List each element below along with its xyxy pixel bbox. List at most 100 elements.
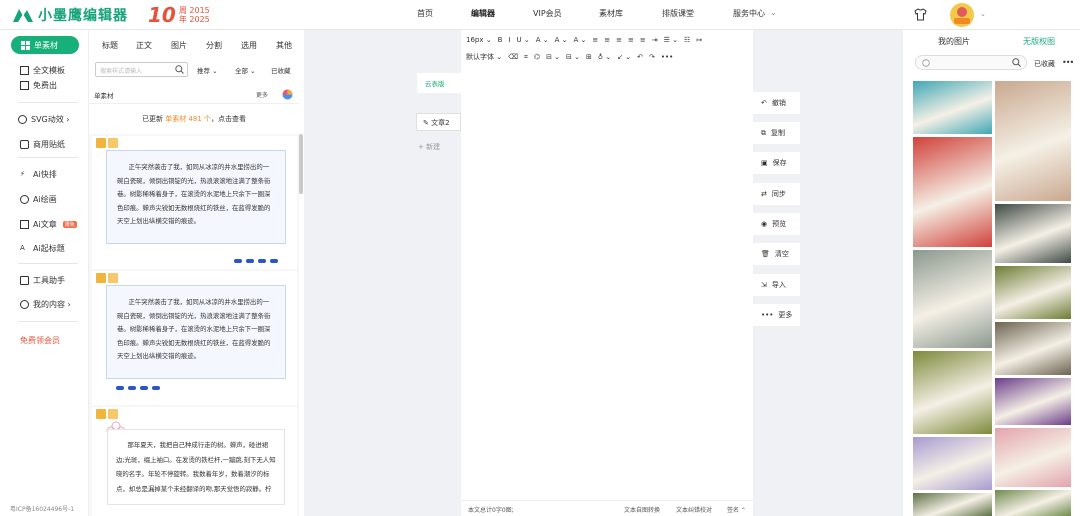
article-tab[interactable]: ✎ 文章2 [416, 113, 461, 131]
editor-canvas[interactable] [461, 70, 753, 500]
toolbar-button[interactable]: A ⌄ [536, 36, 549, 44]
sidebar-item-ai-layout[interactable]: ⚡ Ai快排 [20, 169, 57, 180]
tab-my-images[interactable]: 我的图片 [938, 36, 970, 47]
toolbar-button[interactable]: ↙ ⌄ [617, 53, 631, 61]
sidebar-item-tools[interactable]: 工具助手 [20, 275, 65, 286]
tab-free-images[interactable]: 无版权图 [1023, 36, 1055, 47]
tab-other[interactable]: 其他 [276, 40, 292, 51]
filter-favorites[interactable]: 已收藏 [271, 65, 291, 75]
search-icon[interactable] [1012, 58, 1021, 67]
image-thumb-tulips[interactable] [913, 137, 992, 247]
sidebar-item-stickers[interactable]: 商用贴纸 [20, 139, 65, 150]
avatar[interactable] [950, 3, 974, 27]
sidebar-item-ai-paint[interactable]: Ai绘画 [20, 194, 57, 205]
toolbar-button[interactable]: ≡ [616, 36, 622, 44]
toolbar-button[interactable]: ≡ [640, 36, 646, 44]
material-search-input[interactable]: 搜索样式请输入 [95, 62, 188, 77]
free-vip-link[interactable]: 免费领会员 [20, 335, 60, 346]
image-thumb-dried-blossom[interactable] [995, 81, 1071, 201]
action-trash-button[interactable]: 🗑 清空 [753, 243, 800, 265]
proofread-button[interactable]: 文本纠错校对 [676, 505, 712, 514]
image-search-input[interactable] [915, 55, 1027, 70]
avatar-chevron-icon[interactable]: ⌄ [980, 10, 986, 18]
toolbar-button[interactable]: ⌫ [508, 53, 518, 61]
chevron-down-icon[interactable]: ⌄ [770, 8, 777, 17]
filter-recommend-dropdown[interactable]: 推荐 ⌄ [197, 65, 218, 75]
material-card[interactable]: 正午突然袭击了我，如同从冰凉的井水里捞出的一碗白瓷碗，倾倒出铜锭的光，热浪滚滚地… [92, 271, 297, 405]
image-thumb-snowdrops[interactable] [913, 250, 992, 348]
image-thumb-fir-branch[interactable] [995, 204, 1071, 263]
toolbar-button[interactable]: ☷ [684, 36, 690, 44]
new-article-button[interactable]: + 新建 [418, 142, 440, 152]
toolbar-button[interactable]: 16px ⌄ [466, 36, 492, 44]
toolbar-button[interactable]: ≡ [604, 36, 610, 44]
image-thumb-lavender-blossom[interactable] [913, 437, 992, 490]
search-icon[interactable] [175, 65, 184, 74]
editor[interactable]: 16px ⌄ B I U ⌄ A ⌄ A ⌄ A ⌄ ≡ ≡ ≡ ≡ ≡ ⇥ ☰ ⌄ ☷ ↦ 默认字体 ⌄ ⌫ ⌗… [461, 30, 753, 516]
toolbar-button[interactable]: ≡ [592, 36, 598, 44]
more-button[interactable]: ••• 更多 [753, 304, 800, 326]
filter-all-dropdown[interactable]: 全部 ⌄ [235, 65, 256, 75]
action-import-button[interactable]: ⇲ 导入 [753, 274, 800, 296]
more-link[interactable]: 更多 [256, 90, 268, 99]
nav-editor[interactable]: 编辑器 [471, 8, 495, 19]
material-list[interactable]: 正午突然袭击了我，如同从冰凉的井水里捞出的一碗白瓷碗，倾倒出铜锭的光，热浪滚滚地… [89, 134, 299, 516]
color-palette-icon[interactable] [282, 89, 293, 100]
action-copy-button[interactable]: ⧉ 复制 [753, 122, 800, 144]
action-eye-button[interactable]: ◉ 预览 [753, 213, 800, 235]
sidebar-item-svg[interactable]: SVG动效 › [18, 114, 70, 125]
action-undo-button[interactable]: ↶ 撤销 [753, 92, 800, 114]
toolbar-button[interactable]: ⇥ [652, 36, 658, 44]
favorites-link[interactable]: 已收藏 [1034, 59, 1055, 69]
toolbar-button[interactable]: A ⌄ [573, 36, 586, 44]
sidebar-item-free[interactable]: 免费出 [20, 81, 57, 90]
image-thumb-green-leaves[interactable] [995, 490, 1071, 516]
toolbar-button[interactable]: U ⌄ [516, 36, 529, 44]
tab-body[interactable]: 正文 [136, 40, 152, 51]
action-save-button[interactable]: ▣ 保存 [753, 152, 800, 174]
material-card[interactable]: 那年夏天，我把自己种成行走的树。蝉声，碰进裙边;光斑，缀上袖口。在发烫的铁栏杆,… [92, 407, 297, 516]
image-to-text-button[interactable]: 文本自图转换 [624, 505, 660, 514]
action-sync-button[interactable]: ⇄ 同步 [753, 183, 800, 205]
tab-selected[interactable]: 选用 [241, 40, 257, 51]
toolbar-button[interactable]: ••• [661, 53, 673, 61]
update-notice[interactable]: 已更新 单素材 481 个，点击查看 [89, 114, 299, 124]
toolbar-button[interactable]: A ⌄ [555, 36, 568, 44]
nav-course[interactable]: 排版课堂 [662, 8, 694, 19]
image-thumb-sunflower[interactable] [913, 493, 992, 516]
toolbar-button[interactable]: ↶ [637, 53, 643, 61]
toolbar-button[interactable]: ≡ [628, 36, 634, 44]
tab-divider[interactable]: 分割 [206, 40, 222, 51]
nav-vip[interactable]: VIP会员 [533, 8, 562, 19]
toolbar-button[interactable]: ⊟ ⌄ [546, 53, 560, 61]
toolbar-button[interactable]: ♁ ⌄ [598, 53, 611, 61]
toolbar-button[interactable]: ☰ ⌄ [664, 36, 678, 44]
sidebar-item-templates[interactable]: 全文模板 [20, 65, 65, 76]
toolbar-button[interactable]: ⊟ ⌄ [566, 53, 580, 61]
nav-home[interactable]: 首页 [417, 8, 433, 19]
cloud-doc-tab[interactable]: 云表版 [417, 73, 461, 93]
toolbar-button[interactable]: ⌗ [524, 53, 528, 62]
more-icon[interactable]: ••• [1062, 58, 1074, 67]
nav-materials[interactable]: 素材库 [599, 8, 623, 19]
image-thumb-pink-blossom[interactable] [995, 428, 1071, 487]
toolbar-button[interactable]: ⌬ [534, 53, 540, 61]
sidebar-item-ai-title[interactable]: A Ai起标题 [20, 243, 65, 254]
tshirt-icon[interactable] [914, 8, 927, 21]
tab-image[interactable]: 图片 [171, 40, 187, 51]
image-thumb-purple-primrose[interactable] [995, 378, 1071, 425]
sidebar-item-my-content[interactable]: 我的内容 › [20, 299, 71, 310]
scrollbar[interactable] [299, 134, 303, 194]
signature-button[interactable]: 签名 ⌃ [727, 505, 746, 514]
image-thumb-teal-flower[interactable] [913, 81, 992, 134]
image-thumb-yellow-flowers[interactable] [913, 351, 992, 434]
image-thumb-grass-field[interactable] [995, 322, 1071, 375]
toolbar-button[interactable]: B [498, 36, 503, 44]
toolbar-button[interactable]: ⊞ [586, 53, 592, 61]
sidebar-item-ai-article[interactable]: Ai文章 限免 [20, 219, 77, 230]
sidebar-item-single-material[interactable]: 单素材 [11, 36, 79, 54]
icp-record[interactable]: 粤ICP备16024496号-1 [10, 504, 74, 513]
material-card[interactable]: 正午突然袭击了我，如同从冰凉的井水里捞出的一碗白瓷碗，倾倒出铜锭的光，热浪滚滚地… [92, 136, 297, 269]
tab-title[interactable]: 标题 [102, 40, 118, 51]
nav-service[interactable]: 服务中心 [733, 8, 765, 19]
